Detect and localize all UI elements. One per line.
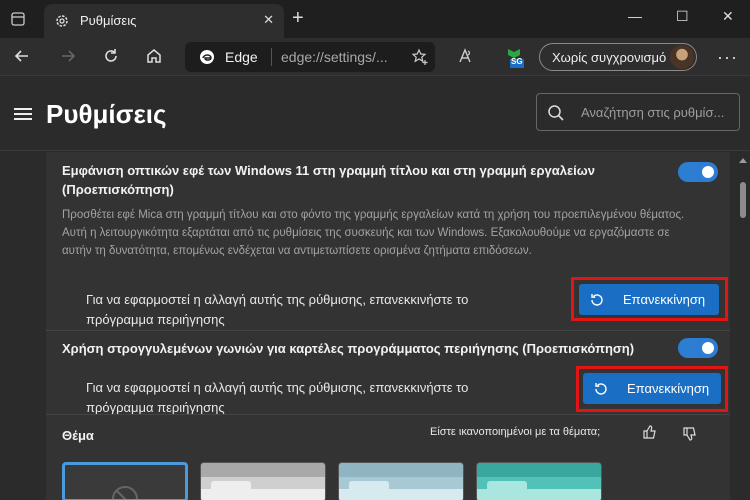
restart-text-rounded: Για να εφαρμοστεί η αλλαγή αυτής της ρύθ… bbox=[86, 380, 469, 415]
minimize-button[interactable]: — bbox=[628, 8, 642, 24]
theme-feedback-question: Είστε ικανοποιημένοι με τα θέματα; bbox=[430, 426, 601, 438]
search-icon bbox=[547, 104, 565, 127]
tab-close-icon[interactable]: ✕ bbox=[263, 12, 274, 28]
divider bbox=[46, 414, 730, 415]
menu-icon[interactable] bbox=[14, 108, 32, 120]
avatar bbox=[670, 45, 694, 69]
scroll-up-icon[interactable] bbox=[739, 158, 747, 163]
edge-logo-icon bbox=[199, 49, 215, 65]
theme-option-dark[interactable] bbox=[62, 462, 188, 500]
appearance-panel: Εμφάνιση οπτικών εφέ των Windows 11 στη … bbox=[46, 152, 730, 500]
divider bbox=[46, 330, 730, 331]
restart-button-label: Επανεκκίνηση bbox=[627, 381, 710, 396]
search-placeholder: Αναζήτηση στις ρυθμίσ... bbox=[581, 105, 725, 120]
scrollbar-thumb[interactable] bbox=[740, 182, 746, 218]
refresh-button[interactable] bbox=[101, 47, 121, 67]
edge-label: Edge bbox=[225, 49, 258, 65]
forward-button[interactable] bbox=[58, 47, 78, 67]
read-aloud-icon[interactable] bbox=[455, 47, 475, 67]
restart-button-label: Επανεκκίνηση bbox=[623, 292, 706, 307]
extension-badge: SG bbox=[511, 57, 523, 66]
restart-button[interactable]: Επανεκκίνηση bbox=[583, 373, 721, 404]
restart-icon bbox=[589, 292, 605, 311]
back-button[interactable] bbox=[12, 47, 32, 67]
toggle-mica[interactable] bbox=[678, 162, 718, 182]
theme-option-teal[interactable] bbox=[476, 462, 602, 500]
home-button[interactable] bbox=[144, 47, 164, 67]
toggle-rounded-tabs[interactable] bbox=[678, 338, 718, 358]
sync-profile-button[interactable]: Χωρίς συγχρονισμό bbox=[539, 43, 697, 71]
setting-desc-mica: Προσθέτει εφέ Mica στη γραμμή τίτλου και… bbox=[62, 209, 685, 257]
gear-icon bbox=[54, 13, 70, 29]
close-window-button[interactable]: ✕ bbox=[722, 8, 734, 25]
browser-toolbar: Edge edge://settings/... SG Χωρίς συγχρο… bbox=[0, 38, 750, 76]
setting-title-rounded: Χρήση στρογγυλεμένων γωνιών για καρτέλες… bbox=[62, 341, 635, 356]
sync-label: Χωρίς συγχρονισμό bbox=[552, 50, 667, 65]
search-input[interactable]: Αναζήτηση στις ρυθμίσ... bbox=[536, 93, 740, 131]
url-text[interactable]: edge://settings/... bbox=[281, 49, 388, 65]
tab-title: Ρυθμίσεις bbox=[80, 13, 137, 28]
address-divider bbox=[271, 48, 272, 66]
add-favorite-icon[interactable] bbox=[411, 48, 429, 71]
page-title: Ρυθμίσεις bbox=[46, 99, 167, 129]
setting-title-mica: Εμφάνιση οπτικών εφέ των Windows 11 στη … bbox=[62, 163, 595, 197]
more-menu-icon[interactable]: ··· bbox=[717, 47, 738, 68]
settings-content: Εμφάνιση οπτικών εφέ των Windows 11 στη … bbox=[0, 152, 750, 500]
address-bar[interactable]: Edge edge://settings/... bbox=[185, 42, 435, 72]
scrollbar[interactable] bbox=[736, 152, 750, 500]
theme-option-light[interactable] bbox=[200, 462, 326, 500]
thumbs-down-icon[interactable] bbox=[682, 426, 698, 447]
theme-option-blue[interactable] bbox=[338, 462, 464, 500]
theme-label: Θέμα bbox=[62, 428, 94, 443]
restart-button[interactable]: Επανεκκίνηση bbox=[579, 284, 719, 315]
tab-actions-icon[interactable] bbox=[10, 11, 26, 30]
tab-settings[interactable]: Ρυθμίσεις ✕ bbox=[44, 4, 284, 38]
restart-icon bbox=[593, 381, 609, 400]
new-tab-button[interactable]: + bbox=[292, 8, 304, 28]
extension-icon[interactable]: SG bbox=[502, 47, 526, 68]
thumbs-up-icon[interactable] bbox=[642, 424, 658, 445]
restart-text-mica: Για να εφαρμοστεί η αλλαγή αυτής της ρύθ… bbox=[86, 292, 469, 327]
maximize-button[interactable]: ☐ bbox=[676, 8, 689, 25]
title-bar: Ρυθμίσεις ✕ + — ☐ ✕ bbox=[0, 0, 750, 38]
settings-header: Ρυθμίσεις Αναζήτηση στις ρυθμίσ... bbox=[0, 77, 750, 151]
